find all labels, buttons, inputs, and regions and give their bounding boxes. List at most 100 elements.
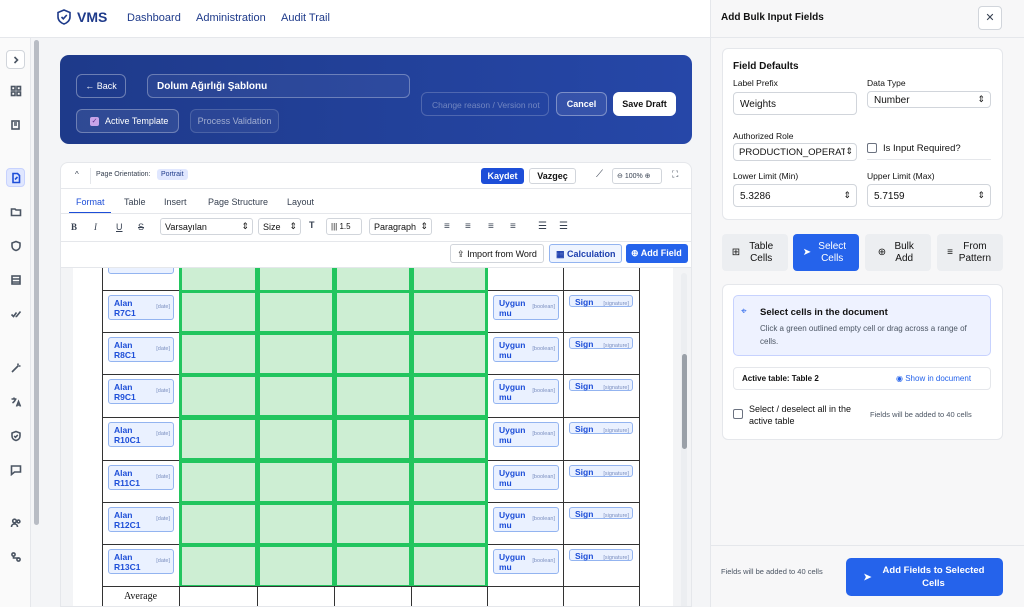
empty-target-cell[interactable] (411, 502, 488, 546)
date-field-pill[interactable]: Alan R10C1 [date] (108, 422, 174, 447)
sidebar-item-users[interactable] (6, 513, 25, 532)
empty-target-cell[interactable] (257, 332, 335, 376)
calculation-button[interactable]: ▦ Calculation (549, 244, 622, 263)
empty-target-cell[interactable] (257, 417, 335, 461)
date-field-pill[interactable]: Alan R8C1 [date] (108, 337, 174, 362)
empty-target-cell[interactable] (257, 544, 335, 588)
boolean-field-pill[interactable]: Uygun mu [boolean] (493, 507, 559, 532)
boolean-field-pill[interactable]: Uygun mu [boolean] (493, 465, 559, 490)
mode-select-cells[interactable]: ➤ Select Cells (793, 234, 859, 271)
template-title-input[interactable]: Dolum Ağırlığı Şablonu (147, 74, 410, 98)
empty-target-cell[interactable] (257, 502, 335, 546)
empty-target-cell[interactable] (179, 502, 258, 546)
empty-target-cell[interactable] (179, 290, 258, 334)
tab-insert[interactable]: Insert (164, 197, 187, 207)
expand-sidebar-button[interactable] (6, 50, 25, 69)
field-pill[interactable] (108, 268, 174, 274)
sidebar-item-grid[interactable] (6, 81, 25, 100)
table-cell[interactable] (411, 586, 488, 606)
empty-target-cell[interactable] (334, 374, 412, 418)
boolean-field-pill[interactable]: Uygun mu [boolean] (493, 422, 559, 447)
paragraph-style-select[interactable]: Paragraph ⇕ (369, 218, 432, 235)
empty-target-cell[interactable] (179, 417, 258, 461)
empty-target-cell[interactable] (334, 417, 412, 461)
app-logo[interactable]: VMS (56, 9, 107, 25)
date-field-pill[interactable]: Alan R7C1 [date] (108, 295, 174, 320)
font-select[interactable]: Varsayılan ⇕ (160, 218, 253, 235)
save-draft-button[interactable]: Save Draft (613, 92, 676, 116)
stepper-icon[interactable]: ⇕ (843, 190, 851, 201)
close-icon[interactable]: ✕ (978, 6, 1002, 30)
upper-limit-input[interactable]: 5.7159 ⇕ (867, 184, 991, 207)
bold-icon[interactable]: B (71, 222, 77, 232)
numbered-list-icon[interactable]: ☰ (559, 221, 568, 232)
empty-target-cell[interactable] (179, 544, 258, 588)
align-left-icon[interactable]: ≡ (444, 221, 450, 232)
size-select[interactable]: Size ⇕ (258, 218, 301, 235)
signature-field-pill[interactable]: Sign [signature] (569, 465, 633, 477)
boolean-field-pill[interactable]: Uygun mu [boolean] (493, 295, 559, 320)
tab-layout[interactable]: Layout (287, 197, 314, 207)
bullet-list-icon[interactable]: ☰ (538, 221, 547, 232)
nav-dashboard[interactable]: Dashboard (127, 12, 181, 24)
orientation-badge[interactable]: Portrait (157, 169, 188, 180)
empty-target-cell[interactable] (334, 290, 412, 334)
empty-target-cell[interactable] (334, 460, 412, 504)
import-from-word-button[interactable]: ⇪ Import from Word (450, 244, 544, 263)
boolean-field-pill[interactable]: Uygun mu [boolean] (493, 549, 559, 574)
data-type-select[interactable]: Number ⇕ (867, 91, 991, 108)
sidebar-item-documents[interactable] (6, 115, 25, 134)
sidebar-item-folder[interactable] (6, 202, 25, 221)
empty-target-cell[interactable] (411, 374, 488, 418)
table-cell[interactable] (563, 586, 640, 606)
mode-table-cells[interactable]: ⊞ Table Cells (722, 234, 788, 271)
sidebar-item-records[interactable] (6, 270, 25, 289)
label-prefix-input[interactable]: Weights (733, 92, 857, 115)
table-cell[interactable] (487, 586, 564, 606)
line-height-select[interactable]: ||| 1.5 (326, 218, 362, 235)
tab-table[interactable]: Table (124, 197, 146, 207)
magic-icon[interactable]: ⟋ (596, 169, 603, 180)
input-required-checkbox[interactable] (867, 143, 877, 153)
mode-from-pattern[interactable]: ≡ From Pattern (937, 234, 1003, 271)
boolean-field-pill[interactable]: Uygun mu [boolean] (493, 379, 559, 404)
tab-format[interactable]: Format (76, 197, 105, 207)
sidebar-item-compliance[interactable] (6, 426, 25, 445)
align-justify-icon[interactable]: ≡ (510, 221, 516, 232)
underline-icon[interactable]: U (116, 222, 123, 232)
align-right-icon[interactable]: ≡ (488, 221, 494, 232)
page-scrollbar[interactable] (34, 40, 39, 525)
sidebar-item-integrations[interactable] (6, 547, 25, 566)
nav-administration[interactable]: Administration (196, 12, 266, 24)
signature-field-pill[interactable]: Sign [signature] (569, 549, 633, 561)
canvas-scrollbar[interactable] (682, 354, 687, 449)
zoom-control[interactable]: ⊖ 100% ⊕ (612, 168, 662, 184)
sidebar-item-approvals[interactable] (6, 304, 25, 323)
signature-field-pill[interactable]: Sign [signature] (569, 337, 633, 349)
empty-target-cell[interactable] (179, 460, 258, 504)
vazgec-button[interactable]: Vazgeç (529, 168, 576, 184)
change-reason-input[interactable]: Change reason / Version not (421, 92, 549, 116)
boolean-field-pill[interactable]: Uygun mu [boolean] (493, 337, 559, 362)
active-template-toggle[interactable]: ✓ Active Template (76, 109, 179, 133)
empty-target-cell[interactable] (257, 374, 335, 418)
table-cell[interactable] (257, 586, 335, 606)
process-validation-button[interactable]: Process Validation (190, 109, 279, 133)
empty-target-cell[interactable] (411, 460, 488, 504)
date-field-pill[interactable]: Alan R12C1 [date] (108, 507, 174, 532)
signature-field-pill[interactable]: Sign [signature] (569, 379, 633, 391)
empty-target-cell[interactable] (411, 290, 488, 334)
sidebar-item-tools[interactable] (6, 358, 25, 377)
empty-target-cell[interactable] (411, 417, 488, 461)
sidebar-item-templates[interactable] (6, 168, 25, 187)
mode-bulk-add[interactable]: ⊕ Bulk Add (865, 234, 931, 271)
signature-field-pill[interactable]: Sign [signature] (569, 422, 633, 434)
italic-icon[interactable]: I (94, 222, 97, 232)
sidebar-item-translations[interactable] (6, 392, 25, 411)
strikethrough-icon[interactable]: S (138, 222, 144, 232)
empty-target-cell[interactable] (334, 502, 412, 546)
sidebar-item-messages[interactable] (6, 460, 25, 479)
align-center-icon[interactable]: ≡ (465, 221, 471, 232)
cancel-button[interactable]: Cancel (556, 92, 607, 116)
table-cell[interactable] (334, 586, 412, 606)
